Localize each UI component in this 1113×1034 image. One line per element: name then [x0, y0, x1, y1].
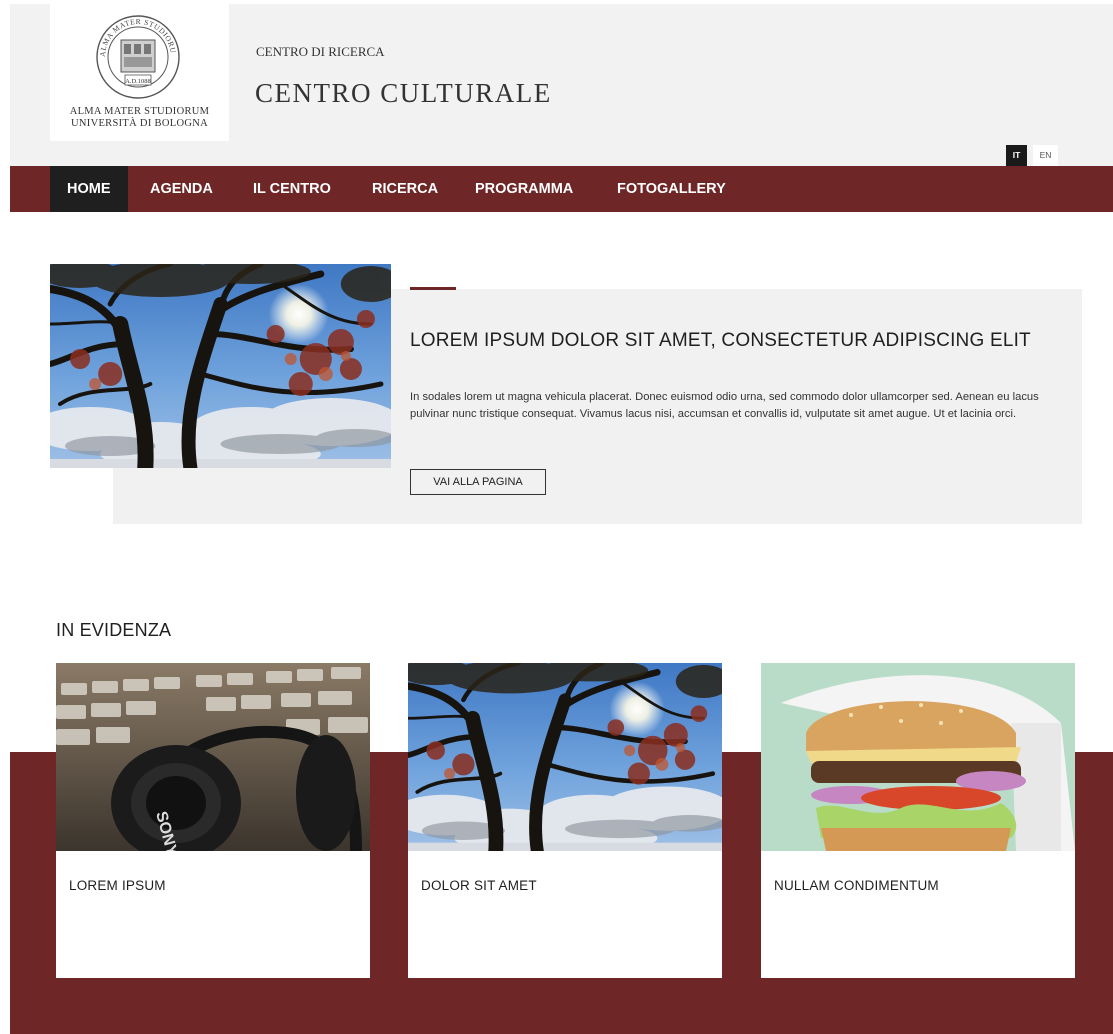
- featured-card-lorem-ipsum[interactable]: SONY LOREM IPSUM: [56, 663, 370, 978]
- nav-item-programma[interactable]: PROGRAMMA: [458, 166, 590, 212]
- featured-card-nullam-condimentum[interactable]: NULLAM CONDIMENTUM: [761, 663, 1075, 978]
- nav-item-fotogallery[interactable]: FOTOGALLERY: [600, 166, 743, 212]
- language-en-button[interactable]: EN: [1033, 145, 1058, 166]
- tree-sky-photo-icon: [50, 264, 391, 468]
- nav-item-ricerca[interactable]: RICERCA: [355, 166, 455, 212]
- hero-image[interactable]: [50, 264, 391, 468]
- card-title: DOLOR SIT AMET: [421, 878, 537, 893]
- card-image: SONY: [56, 663, 370, 851]
- hero-title: LOREM IPSUM DOLOR SIT AMET, CONSECTETUR …: [410, 330, 1031, 351]
- nav-item-il-centro[interactable]: IL CENTRO: [236, 166, 348, 212]
- burger-photo-icon: [761, 663, 1075, 851]
- card-image: [408, 663, 722, 851]
- logo-text-line1: ALMA MATER STUDIORUM: [69, 106, 210, 117]
- card-title: LOREM IPSUM: [69, 878, 166, 893]
- university-seal-icon: ALMA MATER STUDIORUM A.D.1088: [95, 14, 180, 99]
- featured-card-dolor-sit-amet[interactable]: DOLOR SIT AMET: [408, 663, 722, 978]
- tree-sky-photo-icon: [408, 663, 722, 851]
- featured-heading: IN EVIDENZA: [56, 620, 172, 640]
- site-header: ALMA MATER STUDIORUM A.D.1088 ALMA MATER…: [10, 4, 1113, 166]
- logo-text-line2: UNIVERSITÀ DI BOLOGNA: [71, 118, 208, 129]
- main-navigation: HOME AGENDA IL CENTRO RICERCA PROGRAMMA …: [10, 166, 1113, 212]
- hero-accent-line: [410, 287, 456, 290]
- headphones-keyboard-photo-icon: SONY: [56, 663, 370, 851]
- nav-item-home[interactable]: HOME: [50, 166, 128, 212]
- site-title[interactable]: CENTRO CULTURALE: [255, 78, 552, 109]
- language-it-button[interactable]: IT: [1006, 145, 1027, 166]
- svg-text:A.D.1088: A.D.1088: [125, 78, 151, 85]
- vai-alla-pagina-button[interactable]: VAI ALLA PAGINA: [410, 469, 546, 495]
- card-title: NULLAM CONDIMENTUM: [774, 878, 939, 893]
- site-subtitle: CENTRO DI RICERCA: [256, 44, 385, 59]
- nav-item-agenda[interactable]: AGENDA: [133, 166, 230, 212]
- hero-description: In sodales lorem ut magna vehicula place…: [410, 391, 1039, 420]
- card-image: [761, 663, 1075, 851]
- university-logo[interactable]: ALMA MATER STUDIORUM A.D.1088 ALMA MATER…: [50, 4, 229, 141]
